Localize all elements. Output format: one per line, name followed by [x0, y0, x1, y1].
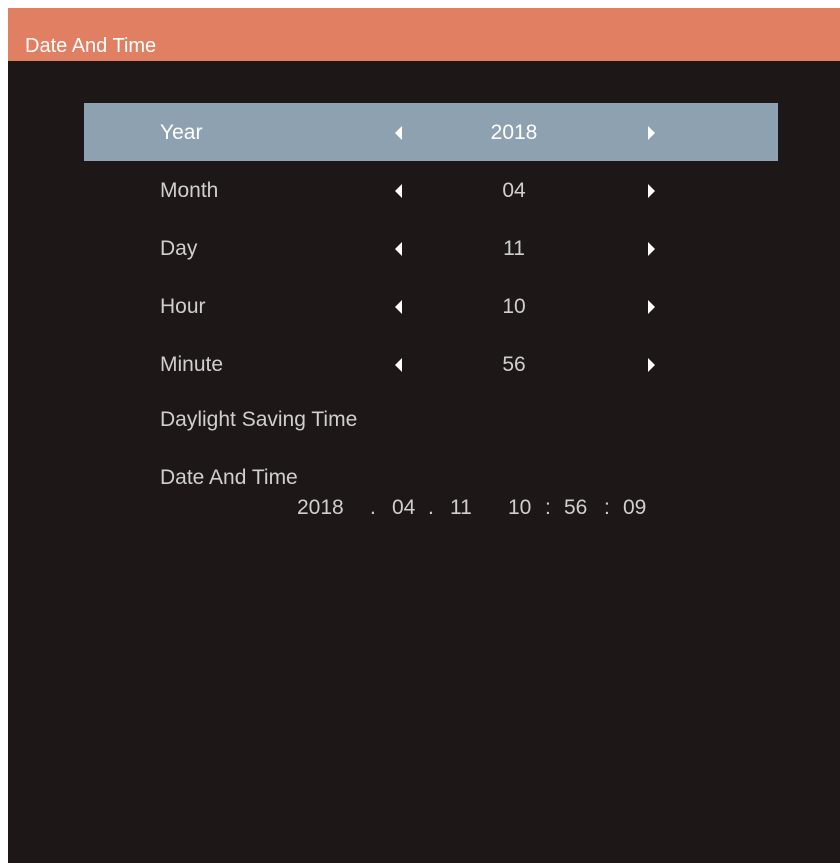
readout-separator: : [604, 496, 610, 519]
menu-row-year[interactable]: Year 2018 [84, 103, 778, 161]
readout-hour: 10 [508, 496, 532, 519]
increase-month-arrow-icon[interactable] [648, 184, 655, 198]
increase-year-arrow-icon[interactable] [648, 126, 655, 140]
readout-minute: 56 [564, 496, 588, 519]
menu-row-month[interactable]: Month 04 [84, 161, 778, 219]
osd-screen: Date And Time Year 2018 Month 04 Day 11 … [8, 8, 840, 863]
hour-value: 10 [502, 295, 526, 318]
readout-second: 09 [623, 496, 647, 519]
month-label: Month [160, 179, 219, 202]
readout-separator: . [370, 496, 376, 519]
readout-day: 11 [450, 496, 472, 519]
readout-separator: . [428, 496, 434, 519]
daylight-saving-time-item[interactable]: Daylight Saving Time [160, 408, 357, 432]
year-value: 2018 [490, 121, 538, 144]
decrease-minute-arrow-icon[interactable] [395, 358, 402, 372]
decrease-hour-arrow-icon[interactable] [395, 300, 402, 314]
month-value: 04 [502, 179, 526, 202]
increase-hour-arrow-icon[interactable] [648, 300, 655, 314]
year-label: Year [160, 121, 203, 144]
page-title: Date And Time [25, 35, 157, 57]
menu-row-minute[interactable]: Minute 56 [84, 335, 778, 393]
menu-row-day[interactable]: Day 11 [84, 219, 778, 277]
day-label: Day [160, 237, 198, 260]
minute-value: 56 [502, 353, 526, 376]
readout-separator: : [545, 496, 551, 519]
menu-row-hour[interactable]: Hour 10 [84, 277, 778, 335]
increase-minute-arrow-icon[interactable] [648, 358, 655, 372]
readout-month: 04 [392, 496, 416, 519]
day-value: 11 [503, 237, 525, 260]
title-bar: Date And Time [8, 8, 840, 61]
hour-label: Hour [160, 295, 206, 318]
decrease-month-arrow-icon[interactable] [395, 184, 402, 198]
increase-day-arrow-icon[interactable] [648, 242, 655, 256]
decrease-year-arrow-icon[interactable] [395, 126, 402, 140]
minute-label: Minute [160, 353, 224, 376]
readout-year: 2018 [297, 496, 344, 519]
date-and-time-label: Date And Time [160, 466, 298, 489]
decrease-day-arrow-icon[interactable] [395, 242, 402, 256]
